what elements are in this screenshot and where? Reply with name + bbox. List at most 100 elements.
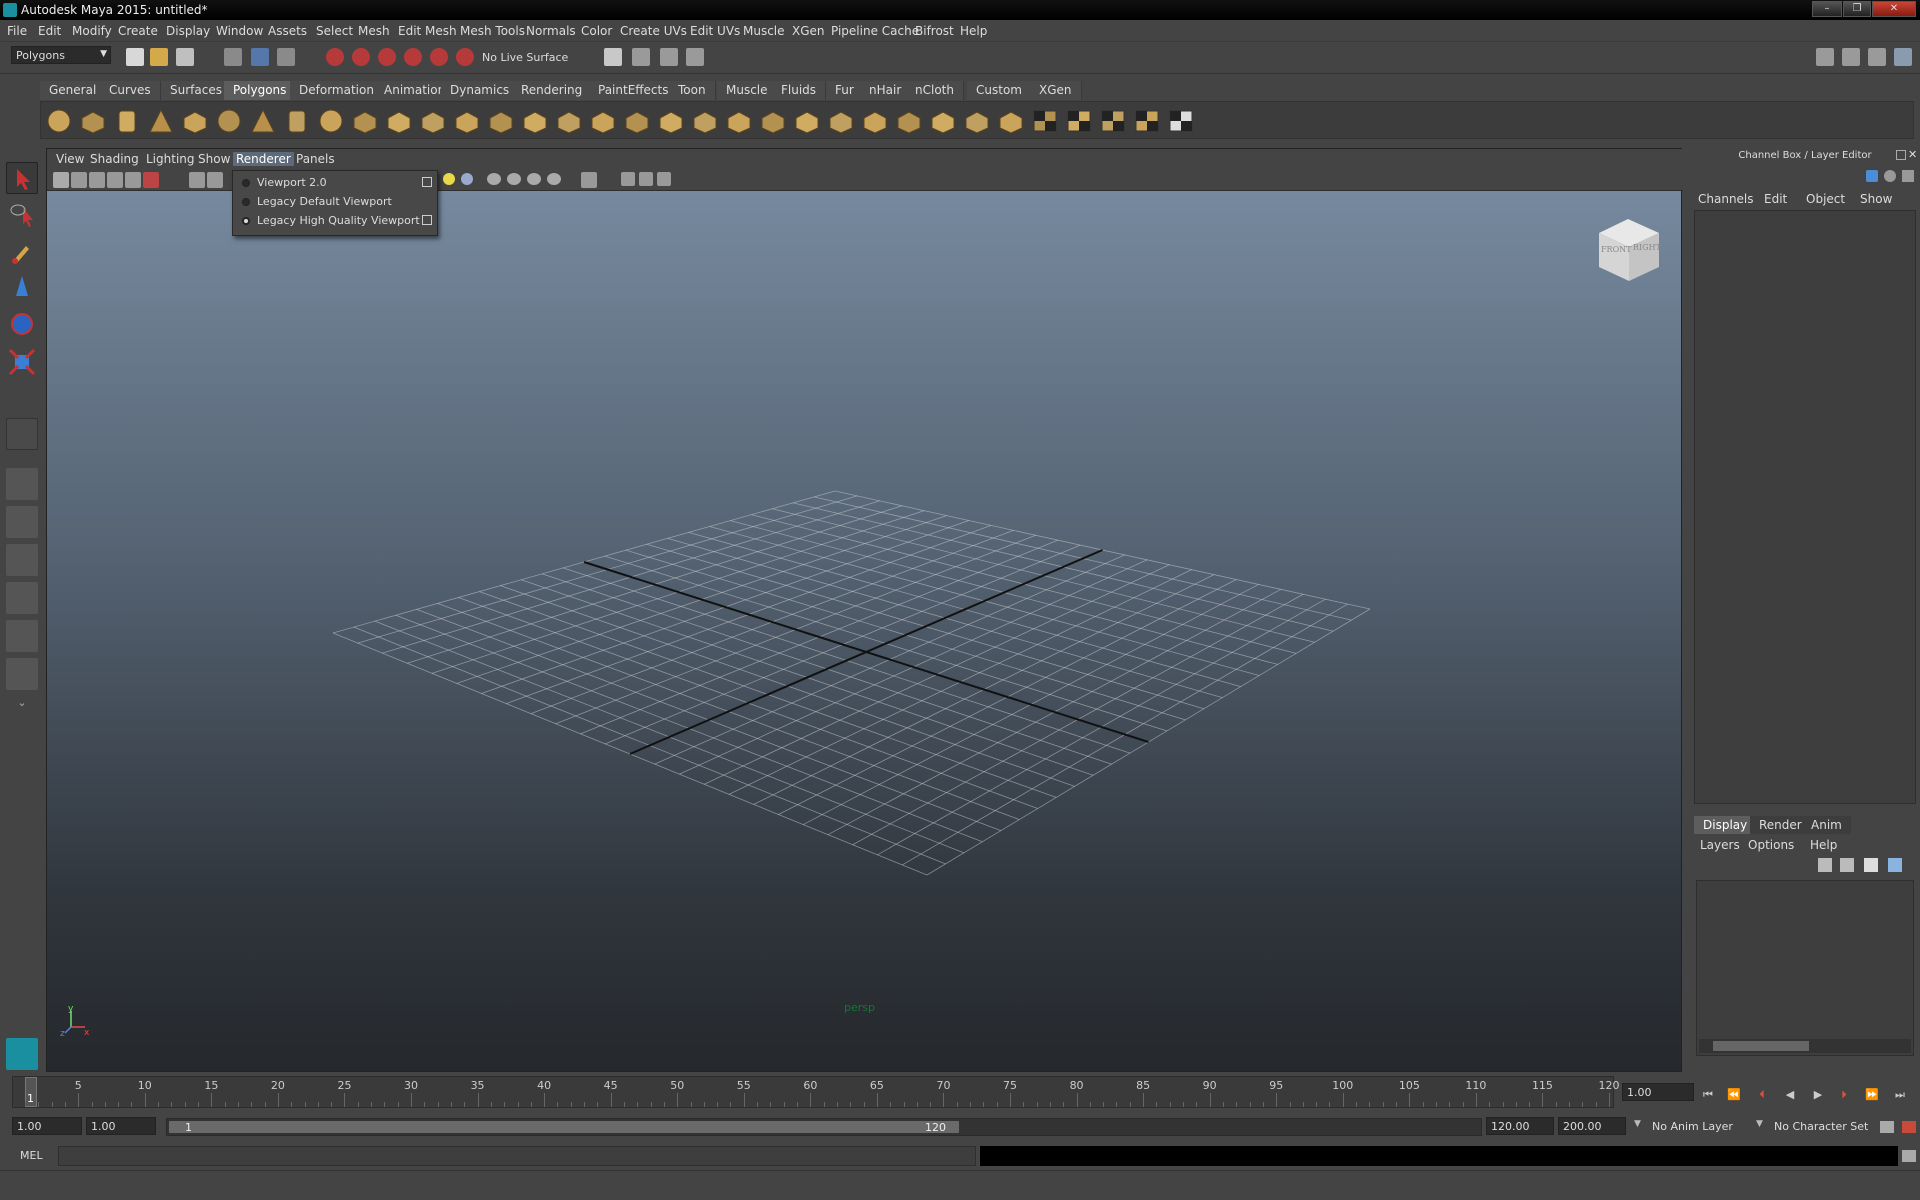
select-camera-icon[interactable] [53, 172, 69, 188]
animation-preferences-icon[interactable] [1902, 1121, 1916, 1133]
poly-cube-icon[interactable] [79, 108, 107, 134]
time-slider[interactable]: 1 5 10 15 20 25 30 35 40 45 50 55 60 65 70 75 80 85 90 95 1… [12, 1076, 1620, 1108]
renderer-option-viewport-2[interactable]: Viewport 2.0 [233, 173, 437, 192]
shelf-tab-painteffects[interactable]: PaintEffects [589, 81, 679, 100]
shelf-tab-general[interactable]: General [40, 81, 107, 100]
mirror-icon[interactable] [521, 108, 549, 134]
new-empty-layer-icon[interactable] [1864, 858, 1878, 872]
menu-create-uvs[interactable]: Create UVs [620, 24, 687, 38]
shelf-tab-nhair[interactable]: nHair [860, 81, 912, 100]
tab-display[interactable]: Display [1694, 816, 1757, 834]
render-frame-icon[interactable] [632, 48, 650, 66]
new-scene-icon[interactable] [126, 48, 144, 66]
camera-attributes-icon[interactable] [71, 172, 87, 188]
show-menu[interactable]: Show [1860, 192, 1892, 206]
menu-normals[interactable]: Normals [526, 24, 576, 38]
four-view-layout-icon[interactable] [6, 506, 38, 538]
renderer-option-legacy-default[interactable]: Legacy Default Viewport [233, 192, 437, 211]
automatic-mapping-icon[interactable] [1133, 108, 1161, 134]
menu-edit-mesh[interactable]: Edit Mesh [398, 24, 457, 38]
viewport-menu-panels[interactable]: Panels [293, 152, 338, 166]
cylindrical-mapping-icon[interactable] [1065, 108, 1093, 134]
spherical-mapping-icon[interactable] [1099, 108, 1127, 134]
poly-cylinder-icon[interactable] [113, 108, 141, 134]
anim-layer-chevron-icon[interactable]: ▼ [1634, 1119, 1641, 1129]
poly-plane-icon[interactable] [181, 108, 209, 134]
layer-list-scrollbar[interactable] [1699, 1039, 1911, 1053]
script-editor-icon[interactable] [1902, 1150, 1916, 1162]
snap-view-icon[interactable] [404, 48, 422, 66]
select-component-icon[interactable] [277, 48, 295, 66]
shelf-tab-fur[interactable]: Fur [826, 81, 864, 100]
options-menu[interactable]: Options [1748, 838, 1794, 852]
tool-settings-toggle-icon[interactable] [1902, 170, 1914, 182]
xray-icon[interactable] [621, 172, 635, 186]
go-to-end-icon[interactable]: ⏭ [1890, 1086, 1910, 1104]
current-time-field[interactable]: 1.00 [1622, 1083, 1694, 1101]
film-gate-icon[interactable] [207, 172, 223, 188]
shelf-tab-muscle[interactable]: Muscle [717, 81, 778, 100]
object-menu[interactable]: Object [1806, 192, 1845, 206]
poly-cone-icon[interactable] [147, 108, 175, 134]
character-set-chevron-icon[interactable]: ▼ [1756, 1119, 1763, 1129]
step-forward-key-icon[interactable]: ⏵ [1834, 1086, 1854, 1104]
menu-xgen[interactable]: XGen [792, 24, 825, 38]
viewport-canvas[interactable]: FRONT RIGHT y z x persp [47, 191, 1681, 1071]
collapse-icon[interactable] [929, 108, 957, 134]
character-set-dropdown[interactable]: No Character Set [1774, 1120, 1868, 1133]
viewport-menu-shading[interactable]: Shading [87, 152, 142, 166]
viewport-menu-renderer[interactable]: Renderer [233, 152, 294, 166]
menuset-dropdown[interactable]: Polygons ▼ [11, 46, 111, 64]
menu-assets[interactable]: Assets [268, 24, 307, 38]
bevel-icon[interactable] [827, 108, 855, 134]
shelf-tab-custom[interactable]: Custom [967, 81, 1032, 100]
poly-soccer-ball-icon[interactable] [317, 108, 345, 134]
channel-box-content[interactable] [1694, 210, 1916, 804]
viewport-menu-lighting[interactable]: Lighting [143, 152, 198, 166]
poly-torus-icon[interactable] [215, 108, 243, 134]
smooth-icon[interactable] [453, 108, 481, 134]
menu-create[interactable]: Create [118, 24, 158, 38]
two-d-pan-zoom-icon[interactable] [125, 172, 141, 188]
range-slider-bar[interactable] [169, 1121, 959, 1133]
anim-layer-dropdown[interactable]: No Anim Layer [1652, 1120, 1733, 1133]
bridge-icon[interactable] [555, 108, 583, 134]
shelf-tab-polygons[interactable]: Polygons [224, 81, 297, 100]
scrollbar-thumb[interactable] [1713, 1041, 1809, 1051]
shelf-tab-ncloth[interactable]: nCloth [906, 81, 964, 100]
connect-icon[interactable] [963, 108, 991, 134]
image-plane-icon[interactable] [107, 172, 123, 188]
all-lights-icon[interactable] [461, 173, 473, 185]
menu-bifrost[interactable]: Bifrost [915, 24, 954, 38]
play-backwards-icon[interactable]: ◀ [1780, 1086, 1800, 1104]
single-perspective-layout-icon[interactable] [6, 468, 38, 500]
viewport-menu-view[interactable]: View [53, 152, 87, 166]
select-object-icon[interactable] [251, 48, 269, 66]
layers-menu[interactable]: Layers [1700, 838, 1740, 852]
close-button[interactable]: ✕ [1872, 1, 1916, 17]
isolate-select-icon[interactable] [581, 172, 597, 188]
renderer-option-legacy-high-quality[interactable]: Legacy High Quality Viewport [233, 211, 437, 230]
transfer-icon[interactable] [997, 108, 1025, 134]
close-panel-icon[interactable]: ✕ [1908, 148, 1917, 161]
wedge-icon[interactable] [793, 108, 821, 134]
minimize-button[interactable]: – [1812, 1, 1842, 17]
separate-icon[interactable] [385, 108, 413, 134]
step-forward-frame-icon[interactable]: ⏩ [1862, 1086, 1882, 1104]
menu-edit-uvs[interactable]: Edit UVs [690, 24, 740, 38]
shelf-tab-rendering[interactable]: Rendering [512, 81, 593, 100]
append-icon[interactable] [691, 108, 719, 134]
offset-edge-loop-icon[interactable] [861, 108, 889, 134]
persp-graph-layout-icon[interactable] [6, 582, 38, 614]
outliner-persp-layout-icon[interactable] [6, 620, 38, 652]
animation-end-field[interactable]: 200.00 [1558, 1117, 1626, 1135]
menu-mesh-tools[interactable]: Mesh Tools [460, 24, 525, 38]
shelf-tab-fluids[interactable]: Fluids [772, 81, 827, 100]
command-input[interactable] [58, 1146, 976, 1166]
menu-window[interactable]: Window [216, 24, 263, 38]
make-hole-icon[interactable] [725, 108, 753, 134]
menu-display[interactable]: Display [166, 24, 210, 38]
screen-space-ao-icon[interactable] [507, 173, 521, 185]
layer-list[interactable] [1696, 880, 1914, 1056]
snap-curve-icon[interactable] [352, 48, 370, 66]
